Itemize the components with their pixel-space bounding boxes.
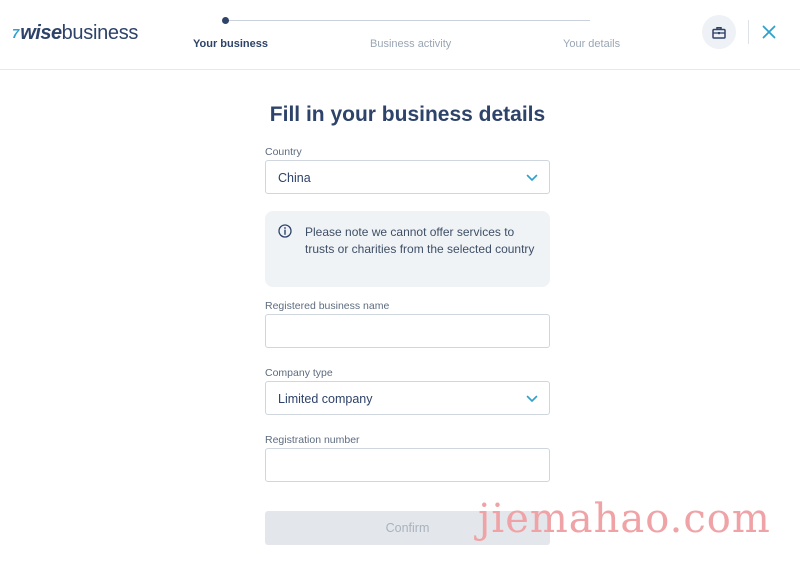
- close-button[interactable]: [758, 20, 780, 44]
- logo-wise-text: wise: [20, 21, 62, 44]
- step-your-business: Your business: [193, 38, 268, 50]
- notice-text: Please note we cannot offer services to …: [305, 225, 535, 256]
- business-name-input[interactable]: [265, 314, 550, 348]
- briefcase-icon: [712, 26, 726, 39]
- page-title: Fill in your business details: [269, 103, 546, 126]
- close-icon: [762, 25, 776, 39]
- logo-flag-mark: 7: [12, 25, 20, 41]
- registration-number-input[interactable]: [265, 448, 550, 482]
- stepper-current-dot: [222, 17, 229, 24]
- chevron-down-icon: [526, 395, 538, 402]
- step-your-details: Your details: [563, 38, 621, 50]
- company-type-label: Company type: [265, 367, 333, 379]
- header-divider: [748, 20, 749, 44]
- watermark: jiemahao.com: [478, 496, 771, 542]
- top-bar: 7 wise business Your business Business a…: [0, 0, 800, 70]
- step-business-activity: Business activity: [370, 38, 452, 50]
- business-account-button[interactable]: [702, 15, 736, 49]
- country-value: China: [278, 171, 311, 185]
- company-type-select[interactable]: Limited company: [265, 381, 550, 415]
- progress-stepper: Your business Business activity Your det…: [190, 14, 620, 54]
- info-icon: [278, 224, 292, 238]
- country-select[interactable]: China: [265, 160, 550, 194]
- business-name-label: Registered business name: [265, 300, 390, 312]
- chevron-down-icon: [526, 174, 538, 181]
- company-type-value: Limited company: [278, 392, 373, 406]
- registration-number-label: Registration number: [265, 434, 360, 446]
- country-notice: Please note we cannot offer services to …: [265, 211, 550, 287]
- stepper-track: [225, 20, 590, 21]
- country-label: Country: [265, 146, 302, 158]
- logo-business-text: business: [61, 21, 139, 44]
- wise-business-logo[interactable]: 7 wise business: [12, 20, 138, 46]
